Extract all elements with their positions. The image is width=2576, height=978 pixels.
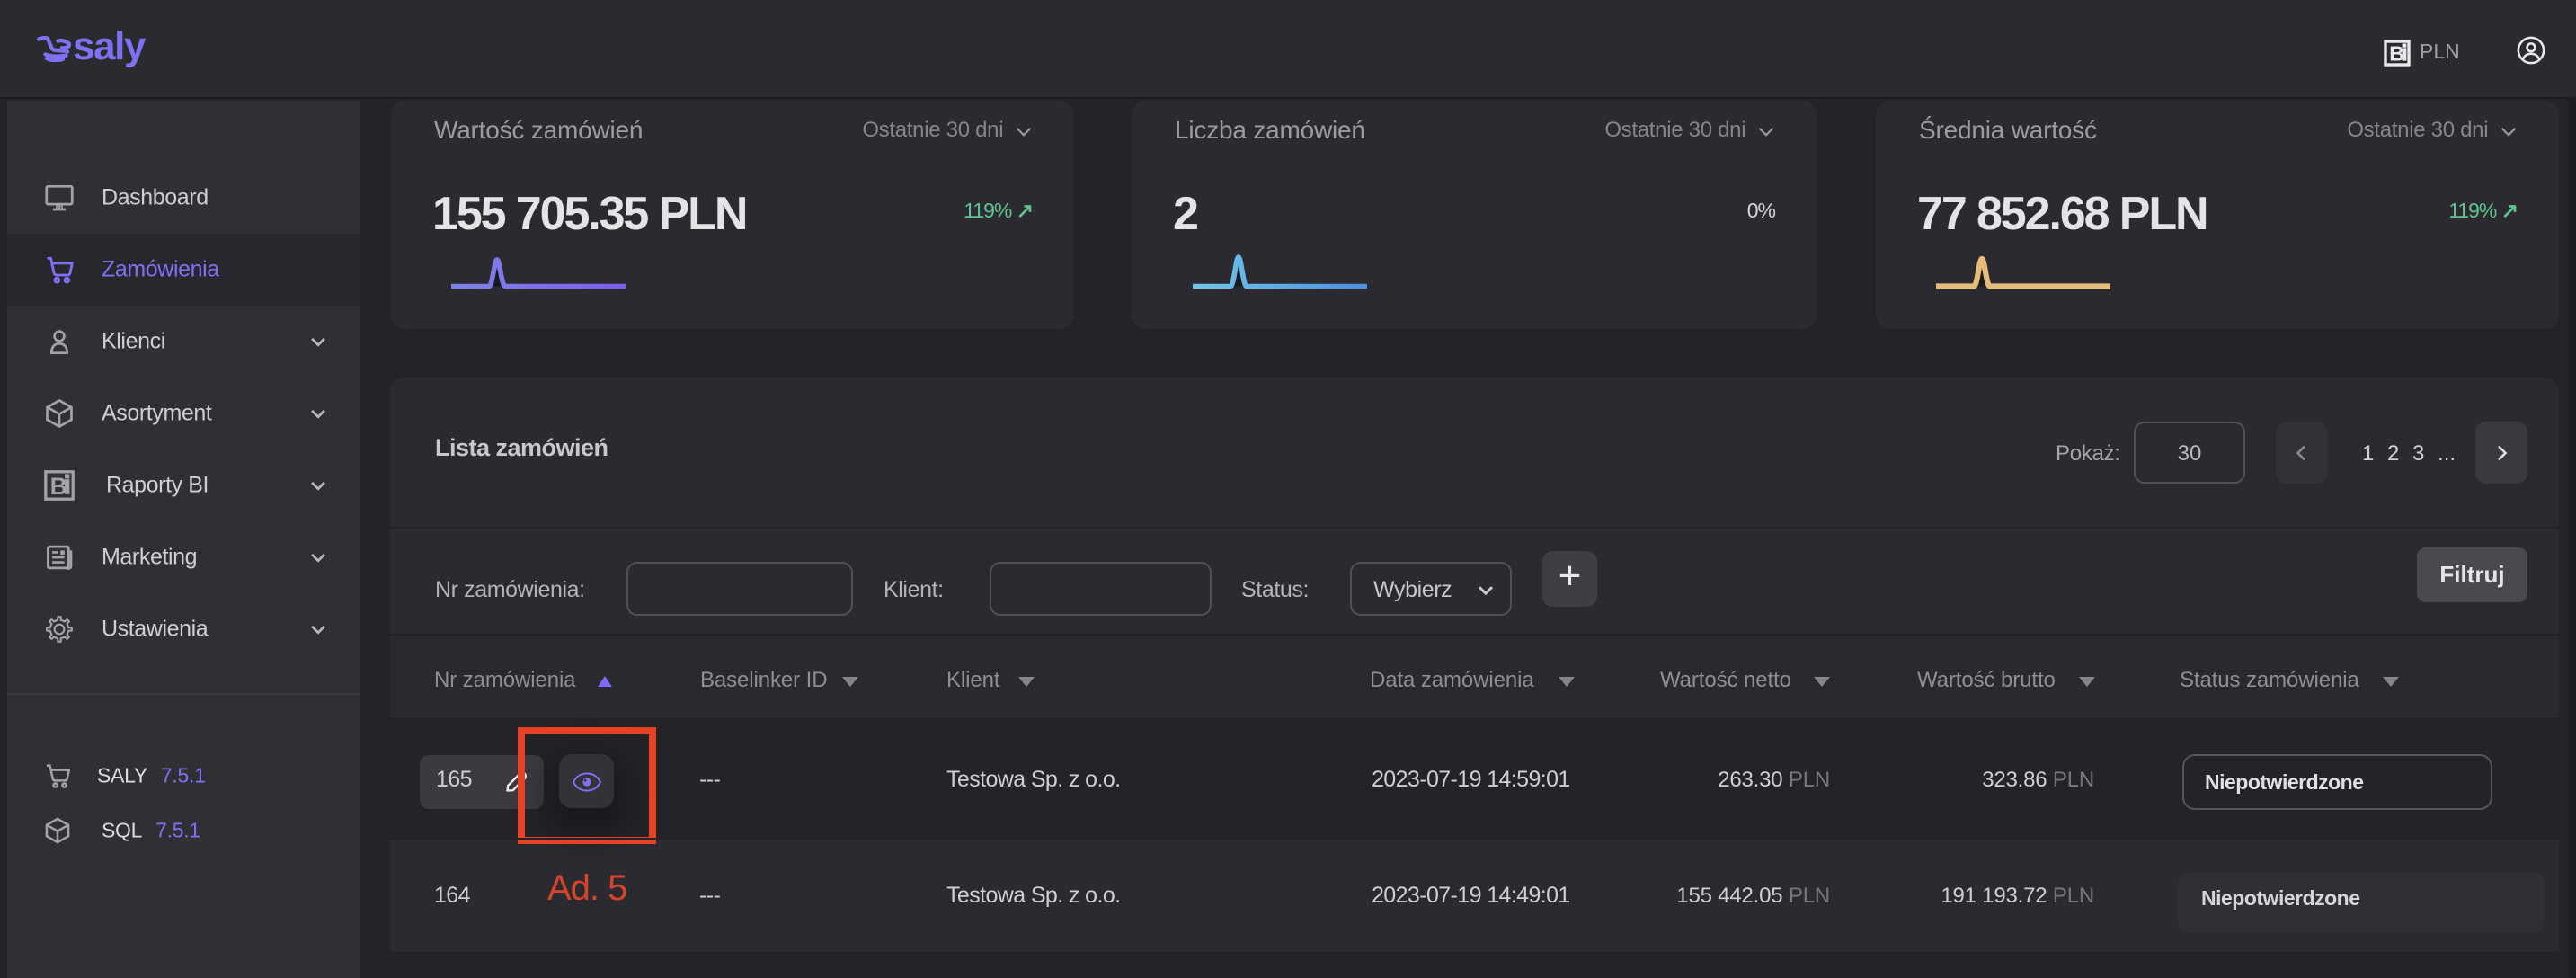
svg-text:B: B [2389, 42, 2404, 66]
svg-text:B: B [50, 473, 67, 500]
